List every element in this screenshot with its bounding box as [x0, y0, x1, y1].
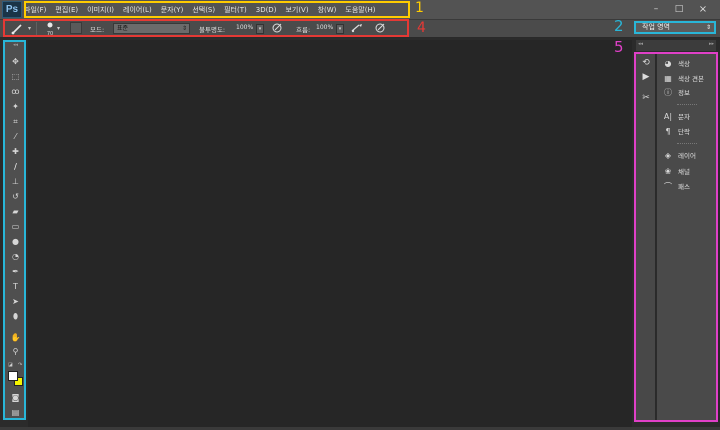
document-canvas-area[interactable] [28, 40, 632, 430]
workspace-select[interactable]: 작업 영역 ⇕ [634, 21, 716, 34]
minimize-button[interactable]: – [650, 4, 662, 15]
menu-annotation-box [24, 1, 410, 18]
marquee-tool-icon[interactable]: ⬚ [9, 71, 22, 82]
healing-brush-tool-icon[interactable]: ✚ [9, 146, 22, 157]
quick-selection-tool-icon[interactable]: ✦ [9, 101, 22, 112]
path-selection-tool-icon[interactable]: ➤ [9, 296, 22, 307]
lasso-tool-icon[interactable]: ꝏ [9, 86, 22, 97]
dodge-tool-icon[interactable]: ◔ [9, 251, 22, 262]
panels-annotation-box [634, 52, 718, 422]
swap-colors-icon[interactable]: ↷ [18, 362, 22, 368]
eraser-tool-icon[interactable]: ▰ [9, 206, 22, 217]
workspace-value: 작업 영역 [642, 23, 670, 31]
panel-collapse-icon[interactable]: ◂◂ [638, 41, 643, 47]
panel-expand-icon[interactable]: ▸▸ [709, 41, 714, 47]
annotation-label-4: 4 [417, 20, 426, 36]
close-button[interactable]: × [696, 4, 710, 15]
maximize-button[interactable]: □ [673, 4, 685, 15]
crop-tool-icon[interactable]: ⌗ [9, 116, 22, 127]
pen-tool-icon[interactable]: ✒ [9, 266, 22, 277]
clone-stamp-tool-icon[interactable]: ⊥ [9, 176, 22, 187]
annotation-label-1: 1 [415, 0, 424, 16]
blur-tool-icon[interactable]: ● [9, 236, 22, 247]
default-colors-icon[interactable]: ◪ [8, 362, 13, 368]
panel-collapse-icon[interactable]: ◂◂ [9, 43, 22, 48]
photoshop-logo: Ps [2, 1, 22, 18]
chevron-updown-icon: ⇕ [705, 24, 711, 31]
zoom-tool-icon[interactable]: ⚲ [9, 346, 22, 357]
options-annotation-box [3, 19, 409, 37]
panel-dock-header: ◂◂ ▸▸ [636, 40, 716, 51]
type-tool-icon[interactable]: T [9, 281, 22, 292]
annotation-label-5: 5 [614, 38, 624, 56]
eyedropper-tool-icon[interactable]: ⁄ [9, 131, 22, 142]
quick-mask-icon[interactable]: ◙ [9, 392, 22, 403]
shape-tool-icon[interactable]: ⬮ [9, 311, 22, 322]
move-tool-icon[interactable]: ✥ [9, 56, 22, 67]
tools-panel: ◂◂ ✥ ⬚ ꝏ ✦ ⌗ ⁄ ✚ ∕ ⊥ ↺ ▰ ▭ ● ◔ ✒ T ➤ ⬮ ✋… [3, 40, 26, 420]
gradient-tool-icon[interactable]: ▭ [9, 221, 22, 232]
screen-mode-icon[interactable]: ▤ [9, 407, 22, 418]
annotation-label-2: 2 [614, 17, 624, 35]
history-brush-tool-icon[interactable]: ↺ [9, 191, 22, 202]
brush-tool-icon[interactable]: ∕ [9, 161, 22, 172]
foreground-color-swatch[interactable] [8, 371, 18, 381]
hand-tool-icon[interactable]: ✋ [9, 332, 22, 343]
